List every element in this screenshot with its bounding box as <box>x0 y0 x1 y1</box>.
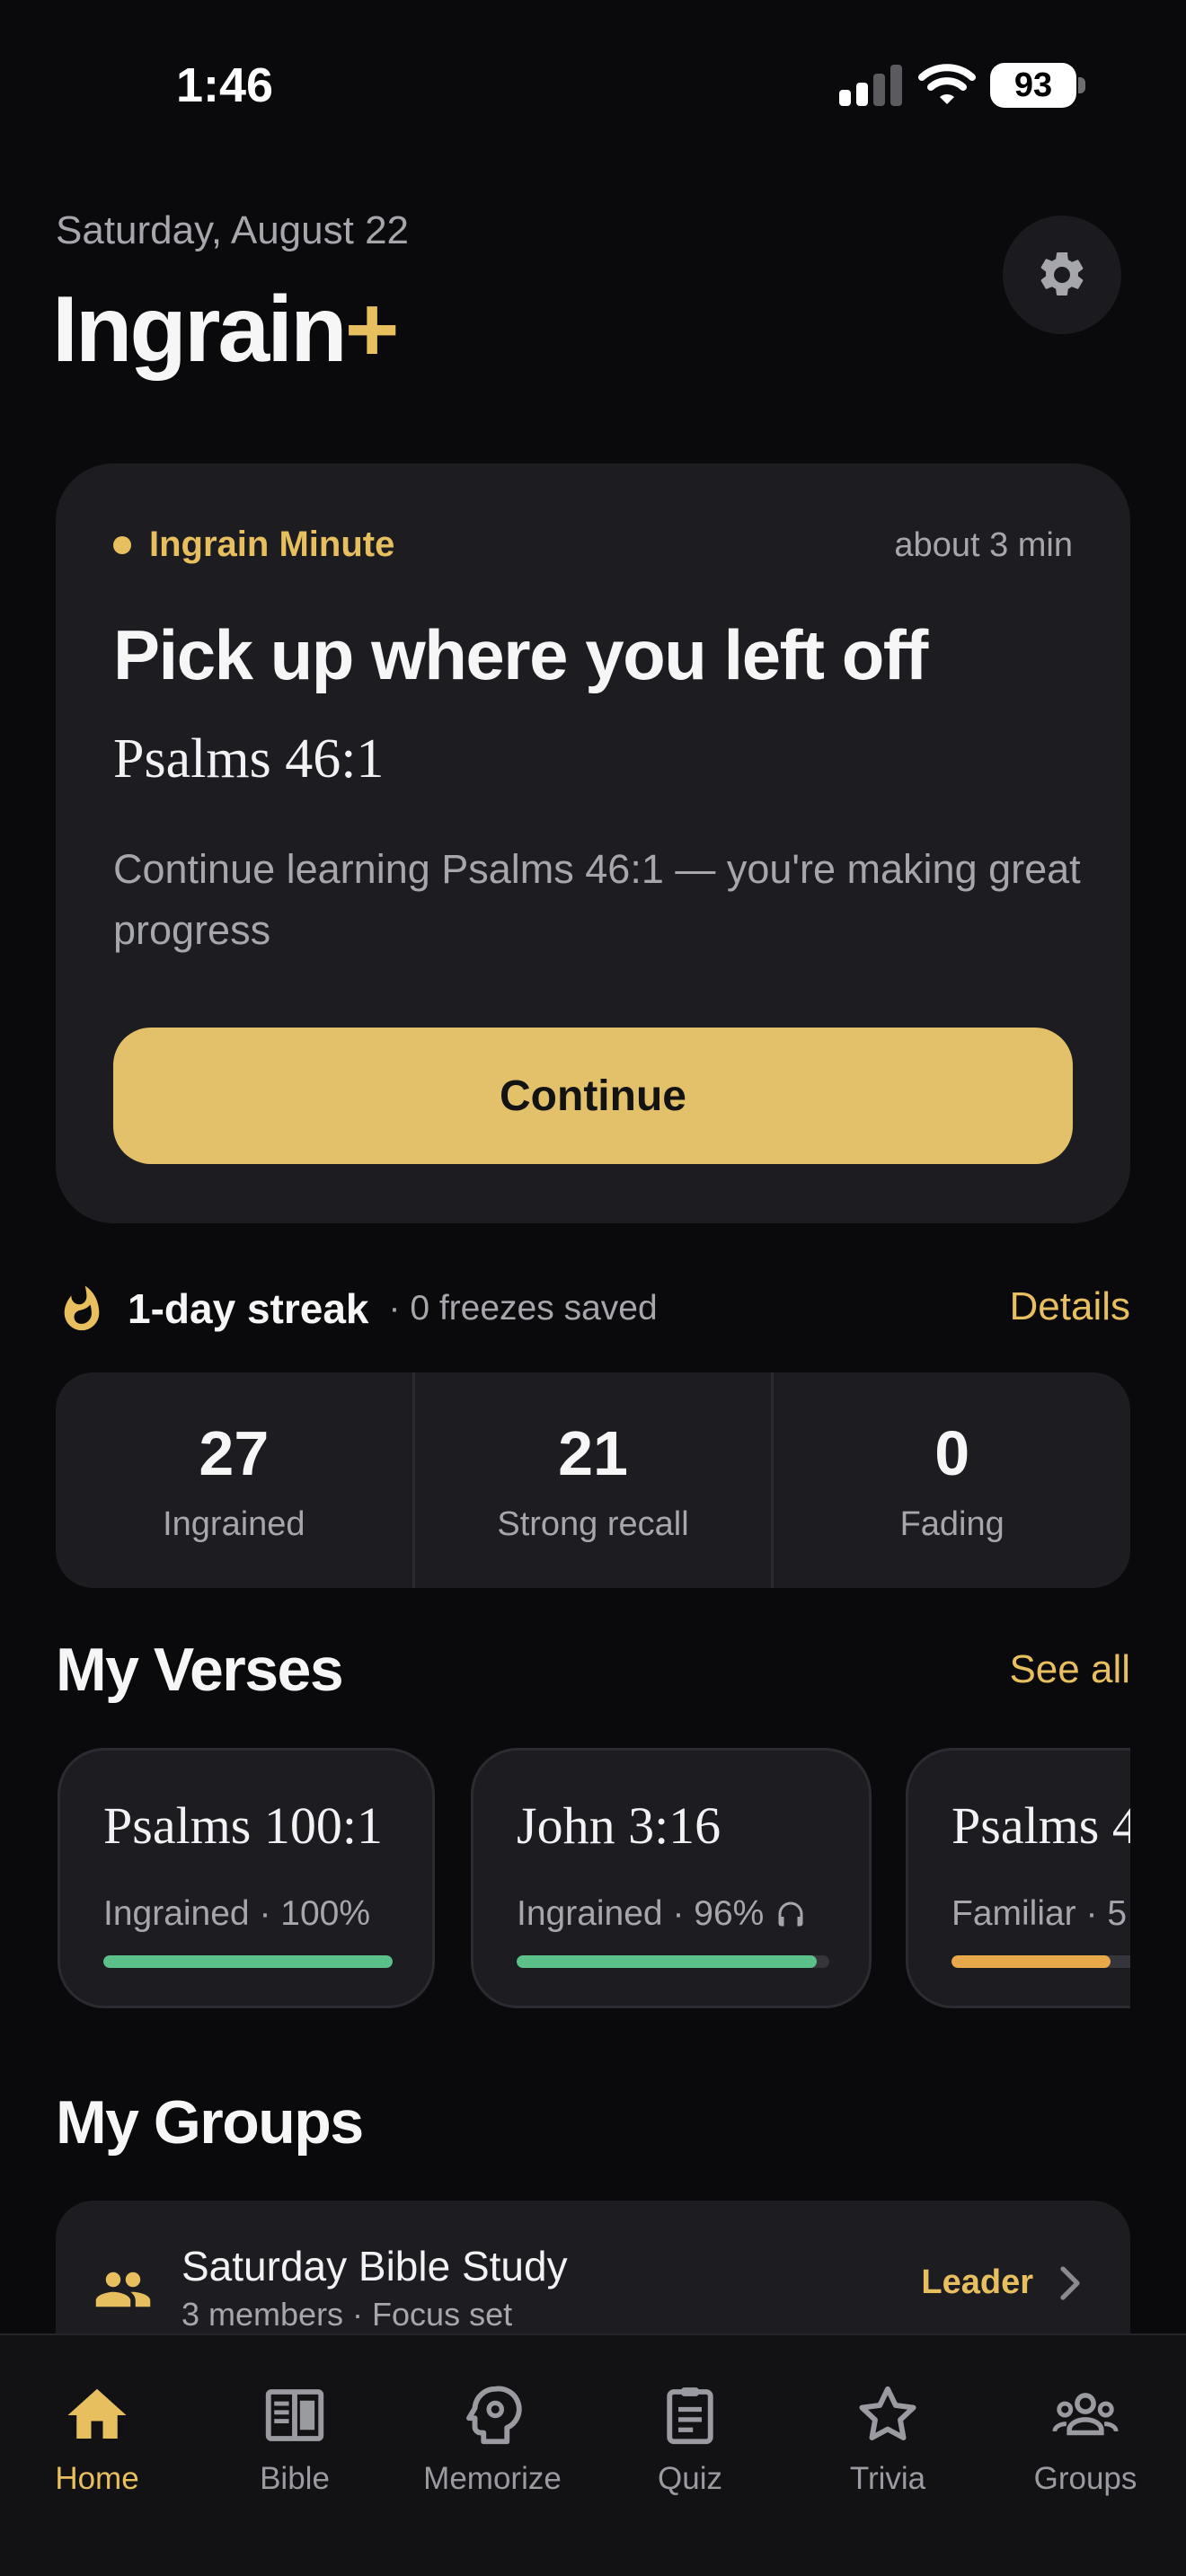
tab-bar: Home Bible Memorize Quiz Trivia Groups <box>0 2333 1186 2576</box>
verse-card[interactable]: John 3:16 Ingrained · 96% <box>471 1748 872 2008</box>
status-time: 1:46 <box>176 58 274 112</box>
stat-value: 0 <box>934 1417 970 1488</box>
clipboard-icon <box>667 2387 713 2445</box>
stats-card: 27 Ingrained 21 Strong recall 0 Fading <box>56 1372 1130 1588</box>
my-groups-title: My Groups <box>56 2088 364 2157</box>
header-date: Saturday, August 22 <box>56 208 410 252</box>
stat-label: Strong recall <box>497 1504 689 1543</box>
people-icon <box>1052 2393 1119 2436</box>
people-icon <box>95 2272 151 2307</box>
verse-progress-fill <box>951 1955 1111 1968</box>
stat-strong-recall[interactable]: 21 Strong recall <box>415 1372 774 1588</box>
group-meta: 3 members · Focus set <box>181 2296 513 2333</box>
tab-label: Trivia <box>849 2461 926 2496</box>
streak-freezes: · 0 freezes saved <box>388 1289 658 1328</box>
streak-details-link[interactable]: Details <box>1010 1284 1131 1329</box>
verse-status: Ingrained · 96% <box>517 1894 807 1934</box>
minute-headline: Pick up where you left off <box>113 615 928 694</box>
minute-verse-reference: Psalms 46:1 <box>113 728 385 790</box>
chevron-right-icon <box>1060 2266 1080 2300</box>
tab-quiz[interactable]: Quiz <box>600 2380 780 2497</box>
tab-label: Groups <box>1033 2461 1137 2496</box>
app-name: Ingrain <box>52 278 348 382</box>
verse-status-text: Ingrained · 100% <box>103 1894 371 1933</box>
continue-button[interactable]: Continue <box>113 1028 1073 1164</box>
minute-tag: Ingrain Minute <box>113 525 394 565</box>
streak-label: 1-day streak <box>128 1285 369 1332</box>
verse-progress-bar <box>951 1955 1130 1968</box>
page-title: Ingrain+ <box>52 277 400 384</box>
wifi-icon <box>918 64 976 104</box>
group-name: Saturday Bible Study <box>181 2243 568 2289</box>
verse-card[interactable]: Psalms 4 Familiar · 5 <box>906 1748 1130 2008</box>
tab-label: Quiz <box>658 2461 722 2496</box>
tab-label: Memorize <box>423 2461 562 2496</box>
verse-progress-bar <box>517 1955 829 1968</box>
cellular-signal-icon <box>839 65 902 106</box>
minute-duration: about 3 min <box>894 526 1073 564</box>
minute-dot-icon <box>113 535 131 554</box>
stat-label: Fading <box>899 1504 1005 1543</box>
verse-progress-bar <box>103 1955 393 1968</box>
my-verses-title: My Verses <box>56 1636 344 1704</box>
book-icon <box>265 2389 324 2441</box>
verse-reference: Psalms 100:1 <box>103 1796 383 1855</box>
tab-memorize[interactable]: Memorize <box>403 2380 582 2497</box>
settings-button[interactable] <box>1003 216 1121 334</box>
verse-card[interactable]: Psalms 100:1 Ingrained · 100% <box>58 1748 435 2008</box>
app-name-plus: + <box>344 278 400 382</box>
verse-status-text: Familiar · 5 <box>951 1894 1128 1933</box>
battery-cap <box>1078 77 1085 93</box>
stat-value: 21 <box>558 1417 628 1488</box>
stat-fading[interactable]: 0 Fading <box>774 1372 1130 1588</box>
tab-home[interactable]: Home <box>7 2380 187 2497</box>
verse-progress-fill <box>517 1955 818 1968</box>
verse-reference: John 3:16 <box>517 1796 721 1855</box>
tab-bible[interactable]: Bible <box>205 2380 385 2497</box>
tab-trivia[interactable]: Trivia <box>798 2380 978 2497</box>
verse-status: Familiar · 5 <box>951 1894 1127 1934</box>
brain-head-icon <box>466 2386 522 2445</box>
verse-reference: Psalms 4 <box>951 1796 1130 1855</box>
stat-label: Ingrained <box>163 1504 305 1543</box>
minute-description: Continue learning Psalms 46:1 — you're m… <box>113 846 1081 953</box>
star-icon <box>859 2386 916 2440</box>
tab-groups[interactable]: Groups <box>996 2380 1175 2497</box>
headphones-icon <box>778 1901 803 1927</box>
verse-carousel[interactable]: Psalms 100:1 Ingrained · 100% John 3:16 … <box>56 1746 1130 2010</box>
home-icon <box>67 2388 127 2439</box>
verse-status-text: Ingrained · 96% <box>517 1894 765 1933</box>
verse-status: Ingrained · 100% <box>103 1894 370 1934</box>
ingrain-minute-card[interactable]: Ingrain Minute about 3 min Pick up where… <box>56 463 1130 1223</box>
battery-indicator: 93 <box>990 63 1076 108</box>
gear-icon <box>1040 251 1084 296</box>
see-all-verses-link[interactable]: See all <box>1009 1647 1130 1692</box>
status-bar: 1:46 93 <box>0 0 1186 171</box>
tab-label: Bible <box>260 2461 330 2496</box>
verse-progress-fill <box>103 1955 393 1968</box>
stat-value: 27 <box>199 1417 270 1488</box>
minute-tag-label: Ingrain Minute <box>149 525 395 564</box>
group-role-badge: Leader <box>921 2263 1033 2301</box>
stat-ingrained[interactable]: 27 Ingrained <box>56 1372 415 1588</box>
tab-label: Home <box>55 2461 139 2496</box>
streak-row: 1-day streak · 0 freezes saved Details <box>56 1277 1130 1340</box>
flame-icon <box>64 1285 100 1331</box>
